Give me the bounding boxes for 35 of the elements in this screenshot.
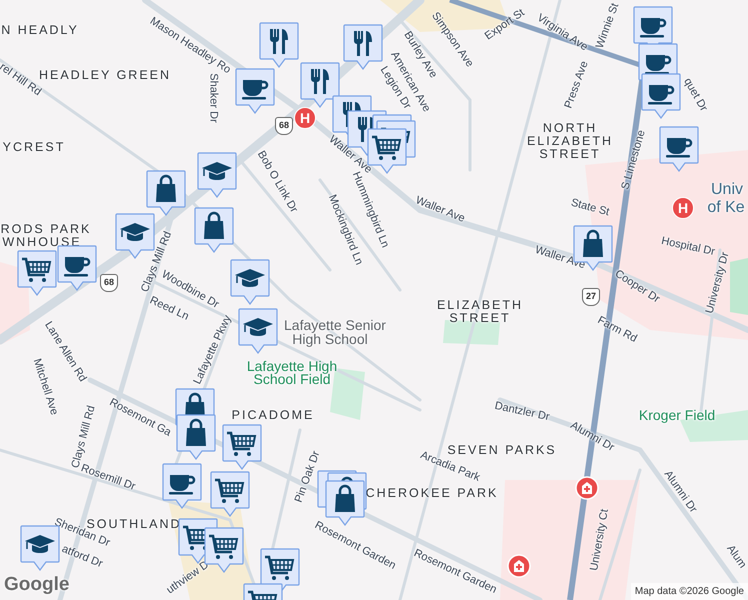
park-label: Lafayette High bbox=[246, 359, 338, 373]
area-label: YCREST bbox=[2, 140, 66, 154]
area-label: ELIZABETH bbox=[436, 298, 524, 312]
place-label: High School bbox=[292, 332, 368, 346]
area-label: NORTH bbox=[542, 122, 598, 134]
street-label: Mitchell Ave bbox=[30, 357, 60, 417]
campus-label: Univ bbox=[711, 182, 743, 198]
park-label: School Field bbox=[253, 372, 331, 386]
route-shield: 68 bbox=[275, 117, 293, 135]
street-label: Waller Ave bbox=[414, 195, 466, 225]
place-label: Lafayette Senior bbox=[284, 318, 386, 332]
area-label: STREET bbox=[539, 148, 601, 160]
area-label: N HEADLY bbox=[1, 24, 79, 36]
area-label: WNHOUSE bbox=[2, 236, 82, 248]
street-label: Winnie St bbox=[594, 2, 622, 50]
street-label: atford Dr bbox=[60, 544, 104, 570]
area-label: ELIZABETH bbox=[526, 134, 614, 148]
route-shield: 68 bbox=[100, 274, 118, 292]
area-label: HEADLEY GREEN bbox=[38, 68, 172, 82]
street-label: University Ct bbox=[589, 508, 611, 572]
street-label: State St bbox=[570, 198, 610, 218]
street-label: Press Ave bbox=[563, 60, 591, 110]
street-label: Hospital Dr bbox=[660, 236, 716, 258]
street-label: Shaker Dr bbox=[208, 73, 218, 123]
map-attribution: Map data ©2026 Google bbox=[630, 583, 748, 600]
street-label: Pin Oak Dr bbox=[294, 450, 322, 504]
street-label: Dantzler Dr bbox=[494, 400, 550, 424]
park-label: Kroger Field bbox=[638, 408, 716, 422]
campus-label: of Ke bbox=[707, 200, 745, 216]
area-label: STREET bbox=[449, 312, 511, 324]
area-label: PICADOME bbox=[232, 408, 314, 422]
street-label: Farm Rd bbox=[596, 315, 638, 345]
area-label: CHEROKEE PARK bbox=[366, 486, 498, 500]
route-shield: 27 bbox=[582, 288, 600, 306]
area-label: RODS PARK bbox=[0, 222, 92, 236]
